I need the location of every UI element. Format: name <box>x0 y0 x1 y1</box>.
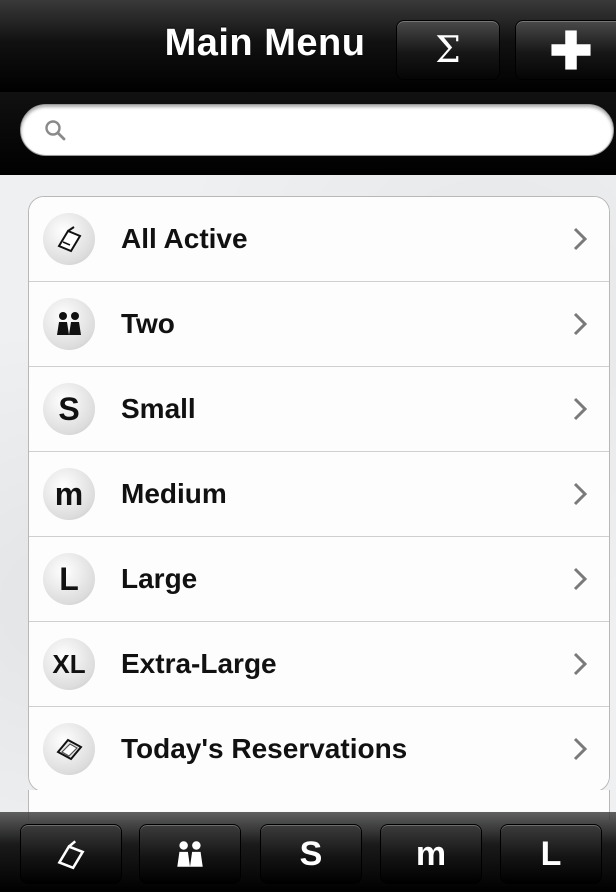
notepad-icon <box>57 840 85 870</box>
two-people-icon <box>177 841 203 867</box>
list-item-label: All Active <box>121 223 248 254</box>
extra-large-xl-icon: XL <box>43 638 95 690</box>
reservation-book-icon <box>43 723 95 775</box>
large-l-icon: L <box>43 553 95 605</box>
chevron-right-icon <box>573 652 587 676</box>
list-item-two[interactable]: Two <box>29 282 609 367</box>
page-title: Main Menu <box>164 22 366 64</box>
notepad-icon <box>43 213 95 265</box>
tab-bar: S m L <box>0 812 616 892</box>
two-people-icon <box>43 298 95 350</box>
small-s-icon: S <box>43 383 95 435</box>
list-item-label: Medium <box>121 478 227 509</box>
chevron-right-icon <box>573 312 587 336</box>
list-item-label: Today's Reservations <box>121 733 408 764</box>
search-icon <box>45 120 66 141</box>
list-item-all-active[interactable]: All Active <box>29 197 609 282</box>
list-item-todays-reservations[interactable]: Today's Reservations <box>29 707 609 791</box>
search-field[interactable] <box>20 104 614 156</box>
chevron-right-icon <box>573 397 587 421</box>
plus-icon <box>551 30 591 70</box>
tab-all-active[interactable] <box>20 824 122 884</box>
list-item-label: Small <box>121 393 196 424</box>
chevron-right-icon <box>573 227 587 251</box>
search-bar <box>0 92 616 175</box>
tab-large[interactable]: L <box>500 824 602 884</box>
chevron-right-icon <box>573 567 587 591</box>
totals-button[interactable]: Σ <box>396 20 500 80</box>
list-item-medium[interactable]: m Medium <box>29 452 609 537</box>
medium-m-icon: m <box>43 468 95 520</box>
large-l-icon: L <box>540 834 562 873</box>
small-s-icon: S <box>299 834 323 873</box>
chevron-right-icon <box>573 482 587 506</box>
list-item-small[interactable]: S Small <box>29 367 609 452</box>
list-item-label: Large <box>121 563 198 594</box>
tab-two[interactable] <box>139 824 241 884</box>
medium-m-icon: m <box>415 834 447 873</box>
search-input[interactable] <box>73 113 597 149</box>
list-item-label: Extra-Large <box>121 648 277 679</box>
list-item-large[interactable]: L Large <box>29 537 609 622</box>
tab-medium[interactable]: m <box>380 824 482 884</box>
chevron-right-icon <box>573 737 587 761</box>
add-button[interactable] <box>515 20 616 80</box>
sigma-icon: Σ <box>435 29 461 71</box>
list-item-extra-large[interactable]: XL Extra-Large <box>29 622 609 707</box>
tab-small[interactable]: S <box>260 824 362 884</box>
main-menu-list: All Active Two S Small m Medium L Large … <box>28 196 610 792</box>
list-item-label: Two <box>121 308 175 339</box>
navigation-bar: Main Menu Σ <box>0 0 616 93</box>
